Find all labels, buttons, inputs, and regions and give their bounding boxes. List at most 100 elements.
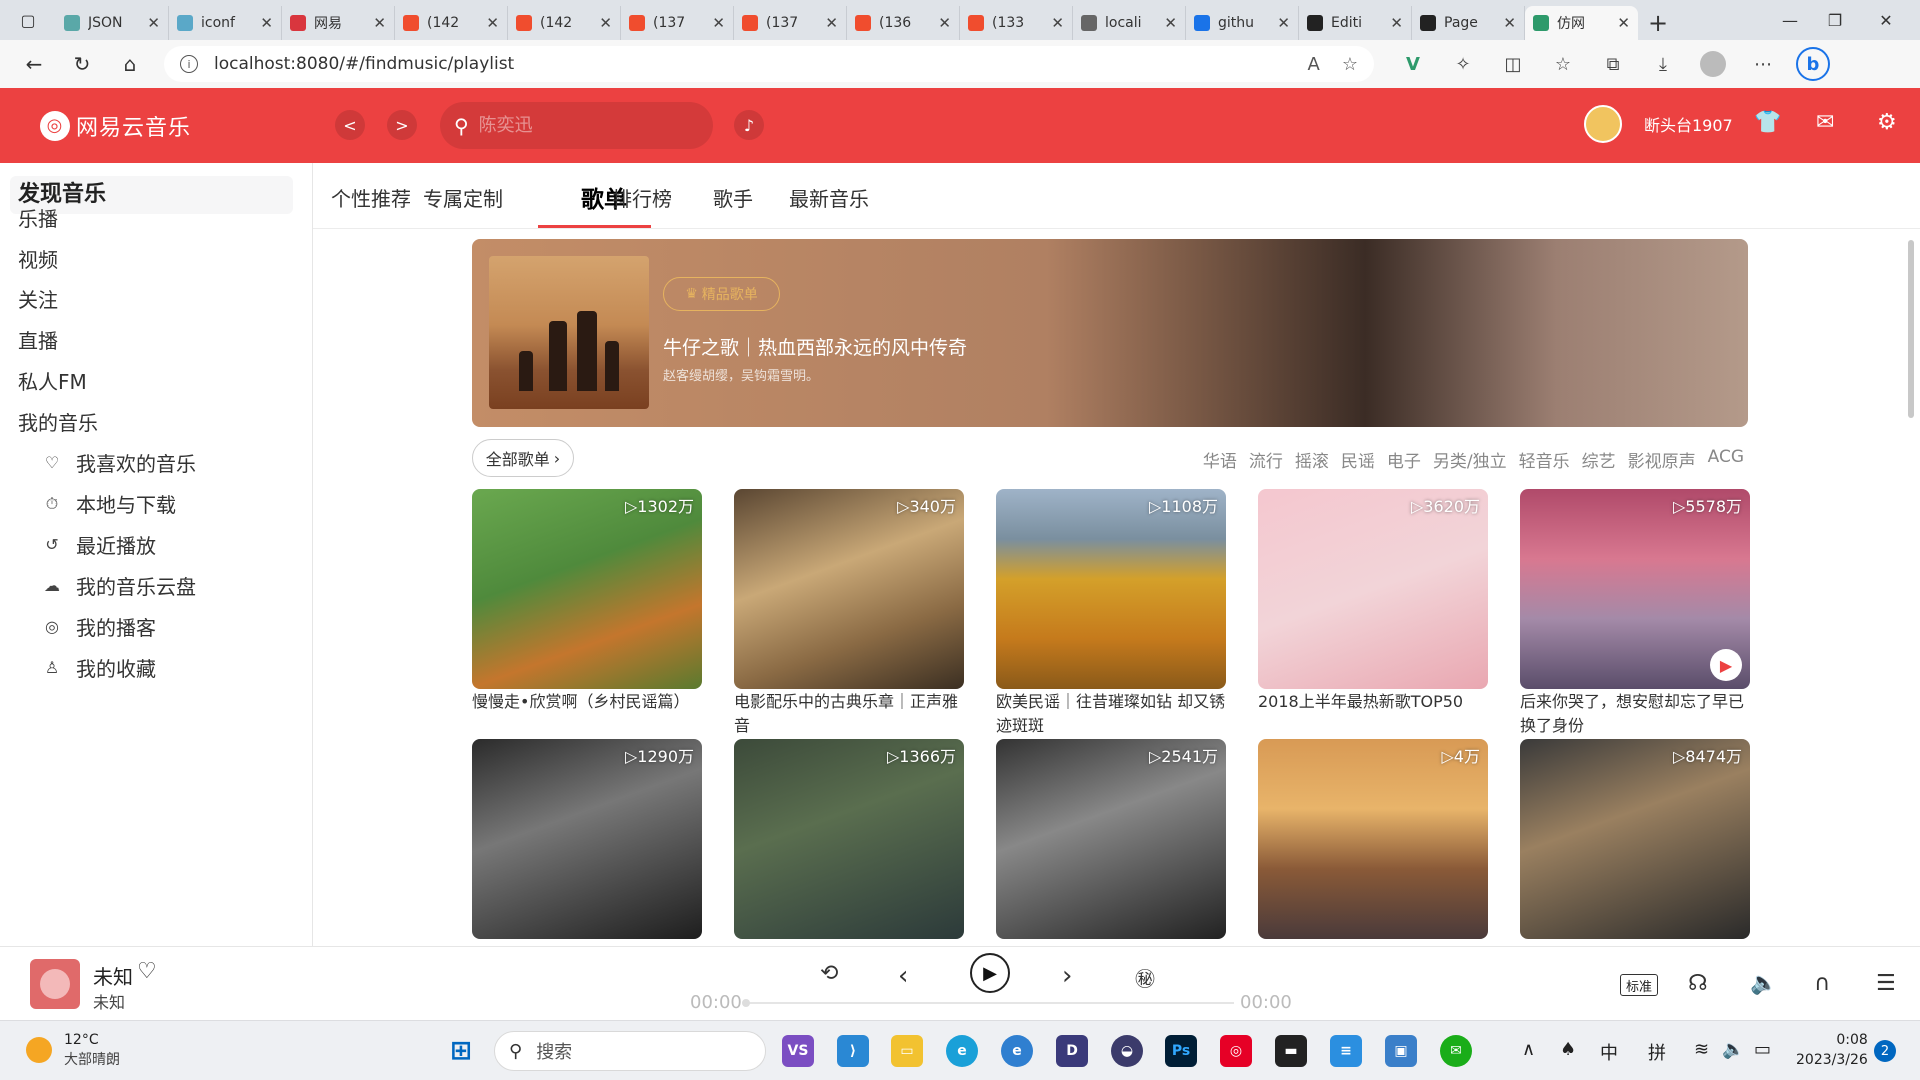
user-profile[interactable]: 断头台1907 (1584, 105, 1733, 143)
url-field[interactable]: i localhost:8080/#/findmusic/playlist A … (164, 46, 1374, 82)
banner-title[interactable]: 牛仔之歌｜热血西部永远的风中传奇 (663, 333, 967, 360)
read-aloud-icon[interactable]: A (1308, 54, 1320, 75)
browser-tab[interactable]: iconf ✕ (169, 6, 282, 40)
category-tag[interactable]: 摇滚 (1295, 447, 1329, 472)
sidebar-subitem[interactable]: ◎ 我的播客 (42, 612, 156, 641)
taskbar-search[interactable]: ⚲ 搜索 (494, 1031, 766, 1071)
tab-close-icon[interactable]: ✕ (373, 14, 386, 32)
qq-icon[interactable]: ♠ (1560, 1039, 1576, 1060)
skin-icon[interactable]: 👕 (1754, 110, 1781, 135)
sidebar-subitem[interactable]: ♙ 我的收藏 (42, 653, 156, 682)
close-window-icon[interactable]: ✕ (1856, 0, 1916, 40)
listen-together-icon[interactable]: ∩ (1814, 971, 1830, 996)
browser-tab[interactable]: 网易 ✕ (282, 6, 395, 40)
tab-close-icon[interactable]: ✕ (1390, 14, 1403, 32)
tab-close-icon[interactable]: ✕ (1051, 14, 1064, 32)
category-tag[interactable]: 华语 (1203, 447, 1237, 472)
heart-icon[interactable]: ♡ (137, 959, 157, 984)
favorites-icon[interactable]: ☆ (1538, 44, 1588, 84)
visual-studio-icon[interactable]: VS (782, 1035, 814, 1067)
playlist-card[interactable]: ▷340万 电影配乐中的古典乐章｜正声雅音 (734, 489, 964, 738)
playlist-cover[interactable]: ▷1302万 (472, 489, 702, 689)
vscode-icon[interactable]: ⟩ (837, 1035, 869, 1067)
previous-icon[interactable]: ‹ (898, 961, 908, 991)
home-icon[interactable]: ⌂ (108, 44, 152, 84)
scrollbar[interactable] (1908, 240, 1914, 418)
vue-devtools-icon[interactable]: V (1388, 44, 1438, 84)
back-icon[interactable]: ← (12, 44, 56, 84)
loop-mode-icon[interactable]: ⟲ (820, 961, 838, 986)
category-tag[interactable]: 电子 (1387, 447, 1421, 472)
eclipse-icon[interactable]: ◒ (1111, 1035, 1143, 1067)
avatar[interactable] (1584, 105, 1622, 143)
playlist-cover[interactable]: ▷2541万 (996, 739, 1226, 939)
sidebar-subitem[interactable]: ♡ 我喜欢的音乐 (42, 448, 196, 477)
wifi-icon[interactable]: ≋ (1694, 1039, 1709, 1060)
all-playlists-button[interactable]: 全部歌单 › (472, 439, 574, 477)
featured-playlist-banner[interactable]: ♛ 精品歌单 牛仔之歌｜热血西部永远的风中传奇 赵客缦胡缨，吴钩霜雪明。 (472, 239, 1748, 427)
profile-icon[interactable] (1688, 44, 1738, 84)
app-logo[interactable]: ◎ 网易云音乐 (40, 110, 191, 142)
play-button[interactable]: ▶ (970, 953, 1010, 993)
playlist-cover[interactable]: ▷8474万 (1520, 739, 1750, 939)
back-nav-button[interactable]: < (335, 110, 365, 140)
weather-widget[interactable]: 12°C 大部晴朗 (26, 1031, 120, 1069)
search-box[interactable]: ⚲ (440, 102, 713, 149)
category-tag[interactable]: 综艺 (1582, 447, 1616, 472)
playlist-card[interactable]: ▷1302万 慢慢走•欣赏啊（乡村民谣篇） (472, 489, 702, 738)
tab-close-icon[interactable]: ✕ (825, 14, 838, 32)
username[interactable]: 断头台1907 (1644, 112, 1733, 136)
tab-close-icon[interactable]: ✕ (486, 14, 499, 32)
lyrics-icon[interactable]: ㊙ (1135, 963, 1155, 992)
playlist-queue-icon[interactable]: ☰ (1876, 971, 1896, 996)
playlist-cover[interactable]: ▷1366万 (734, 739, 964, 939)
category-tag[interactable]: 影视原声 (1628, 447, 1696, 472)
collections-icon[interactable]: ⧉ (1588, 44, 1638, 84)
split-screen-icon[interactable]: ◫ (1488, 44, 1538, 84)
category-tag[interactable]: 另类/独立 (1433, 447, 1507, 472)
next-icon[interactable]: › (1062, 961, 1072, 991)
playlist-card[interactable]: ▷3620万 2018上半年最热新歌TOP50 (1258, 489, 1488, 738)
netease-music-icon[interactable]: ◎ (1220, 1035, 1252, 1067)
mail-icon[interactable]: ✉ (1816, 110, 1834, 135)
playlist-cover[interactable]: ▷3620万 (1258, 489, 1488, 689)
volume-tray-icon[interactable]: 🔈 (1722, 1039, 1744, 1060)
playlist-cover[interactable]: ▷340万 (734, 489, 964, 689)
tab-close-icon[interactable]: ✕ (938, 14, 951, 32)
playlist-name[interactable]: 后来你哭了，想安慰却忘了早已换了身份 (1520, 690, 1750, 738)
sidebar-item[interactable]: 乐播 (18, 203, 58, 232)
sidebar-item[interactable]: 私人FM (18, 366, 87, 395)
progress-bar[interactable] (746, 1002, 1234, 1004)
now-playing-cover[interactable] (30, 959, 80, 1009)
playlist-cover[interactable]: ▷1108万 (996, 489, 1226, 689)
sidebar-subitem[interactable]: ↺ 最近播放 (42, 530, 156, 559)
playlist-card[interactable]: ▷1108万 欧美民谣｜往昔璀璨如钻 却又锈迹斑斑 (996, 489, 1226, 738)
browser-tab[interactable]: Page ✕ (1412, 6, 1525, 40)
screenshot-icon[interactable]: ▣ (1385, 1035, 1417, 1067)
playlist-cover[interactable]: ▷1290万 (472, 739, 702, 939)
subnav-tab[interactable]: 歌手 (713, 183, 753, 212)
tab-close-icon[interactable]: ✕ (599, 14, 612, 32)
category-tag[interactable]: 轻音乐 (1519, 447, 1570, 472)
browser-tab[interactable]: JSON ✕ (56, 6, 169, 40)
browser-tab[interactable]: (137 ✕ (734, 6, 847, 40)
browser-tab[interactable]: (137 ✕ (621, 6, 734, 40)
search-input[interactable] (478, 115, 679, 136)
subnav-tab[interactable]: 最新音乐 (789, 183, 869, 212)
playlist-name[interactable]: 2018上半年最热新歌TOP50 (1258, 690, 1488, 738)
ime-mode[interactable]: 拼 (1648, 1039, 1666, 1065)
playlist-name[interactable]: 慢慢走•欣赏啊（乡村民谣篇） (472, 690, 702, 738)
song-title[interactable]: 未知 (93, 961, 133, 990)
tab-close-icon[interactable]: ✕ (1277, 14, 1290, 32)
terminal-icon[interactable]: ▬ (1275, 1035, 1307, 1067)
file-explorer-icon[interactable]: ▭ (891, 1035, 923, 1067)
tab-close-icon[interactable]: ✕ (1164, 14, 1177, 32)
ime-lang[interactable]: 中 (1600, 1039, 1618, 1065)
song-artist[interactable]: 未知 (93, 989, 125, 1013)
browser-tab[interactable]: (142 ✕ (395, 6, 508, 40)
refresh-icon[interactable]: ↻ (60, 44, 104, 84)
category-tag[interactable]: 民谣 (1341, 447, 1375, 472)
playlist-cover[interactable]: ▷5578万 ▶ (1520, 489, 1750, 689)
playlist-cover[interactable]: ▷4万 (1258, 739, 1488, 939)
tab-close-icon[interactable]: ✕ (1503, 14, 1516, 32)
